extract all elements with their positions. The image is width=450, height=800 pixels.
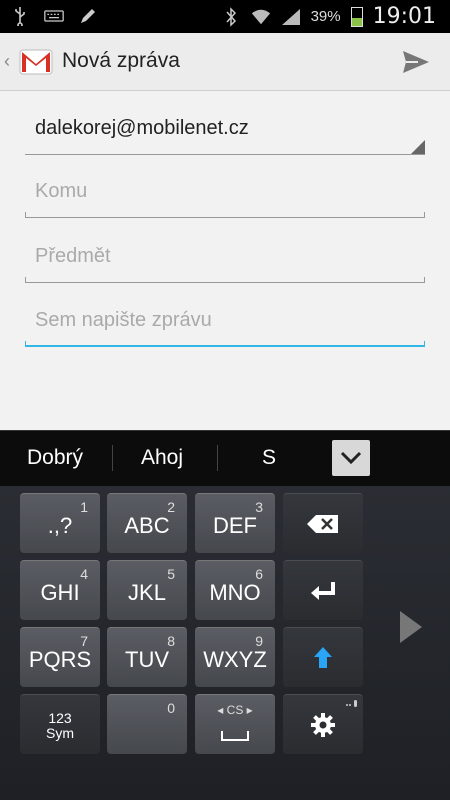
clock: 19:01 (372, 4, 436, 29)
key-wxyz[interactable]: 9 WXYZ (195, 627, 275, 687)
key-punctuation[interactable]: 1.,? (20, 493, 100, 553)
backspace-icon (307, 514, 338, 533)
microphone-icon (346, 700, 357, 707)
from-account-spinner[interactable]: dalekorej@mobilenet.cz (25, 99, 425, 155)
usb-icon (10, 6, 30, 26)
enter-key[interactable] (283, 560, 363, 620)
subject-placeholder: Předmět (35, 245, 111, 267)
gear-icon (311, 712, 335, 737)
page-title: Nová zpráva (62, 49, 180, 72)
settings-key[interactable] (283, 694, 363, 754)
collapse-suggestions-button[interactable] (332, 440, 370, 476)
symbols-key[interactable]: 123 Sym (20, 694, 100, 754)
key-pqrs[interactable]: 7 PQRS (20, 627, 100, 687)
key-def[interactable]: 3 DEF (195, 493, 275, 553)
subject-field[interactable]: Předmět (25, 227, 425, 283)
wifi-icon (251, 7, 271, 27)
key-tuv[interactable]: 8 TUV (107, 627, 187, 687)
back-chevron-icon[interactable]: ‹ (4, 51, 10, 72)
action-bar: ‹ Nová zpráva (0, 33, 450, 91)
space-bar-icon (221, 731, 249, 741)
send-icon[interactable] (400, 46, 432, 78)
gmail-logo-icon[interactable] (18, 44, 54, 80)
key-ghi[interactable]: 4 GHI (20, 560, 100, 620)
to-placeholder: Komu (35, 180, 88, 202)
backspace-key[interactable] (283, 493, 363, 553)
to-field[interactable]: Komu (25, 162, 425, 218)
enter-icon (311, 581, 335, 600)
dropdown-triangle-icon (411, 140, 425, 154)
suggestion-1[interactable]: Dobrý (27, 446, 83, 470)
battery-icon (350, 6, 363, 27)
suggestion-3[interactable]: S (262, 446, 276, 470)
from-account-value: dalekorej@mobilenet.cz (35, 117, 249, 139)
body-field[interactable]: Sem napište zprávu (25, 291, 425, 347)
shift-arrow-icon (314, 646, 332, 668)
suggestion-strip: Dobrý Ahoj S (0, 430, 450, 486)
keyboard-icon (44, 6, 64, 26)
bluetooth-icon (221, 6, 241, 27)
chevron-down-icon (340, 451, 362, 465)
next-arrow-icon[interactable] (400, 611, 422, 643)
pencil-icon (78, 6, 98, 26)
suggestion-2[interactable]: Ahoj (141, 446, 183, 470)
language-label: CS (226, 703, 244, 717)
battery-percent: 39% (310, 8, 341, 25)
key-zero[interactable]: 0 (107, 694, 187, 754)
key-jkl[interactable]: 5 JKL (107, 560, 187, 620)
compose-form: dalekorej@mobilenet.cz Komu Předmět Sem … (0, 91, 450, 430)
shift-key[interactable] (283, 627, 363, 687)
body-placeholder: Sem napište zprávu (35, 309, 212, 331)
status-bar: 39% 19:01 (0, 0, 450, 33)
key-abc[interactable]: 2 ABC (107, 493, 187, 553)
key-mno[interactable]: 6 MNO (195, 560, 275, 620)
signal-icon (281, 7, 301, 27)
space-key[interactable]: ◂ CS ▸ (195, 694, 275, 754)
